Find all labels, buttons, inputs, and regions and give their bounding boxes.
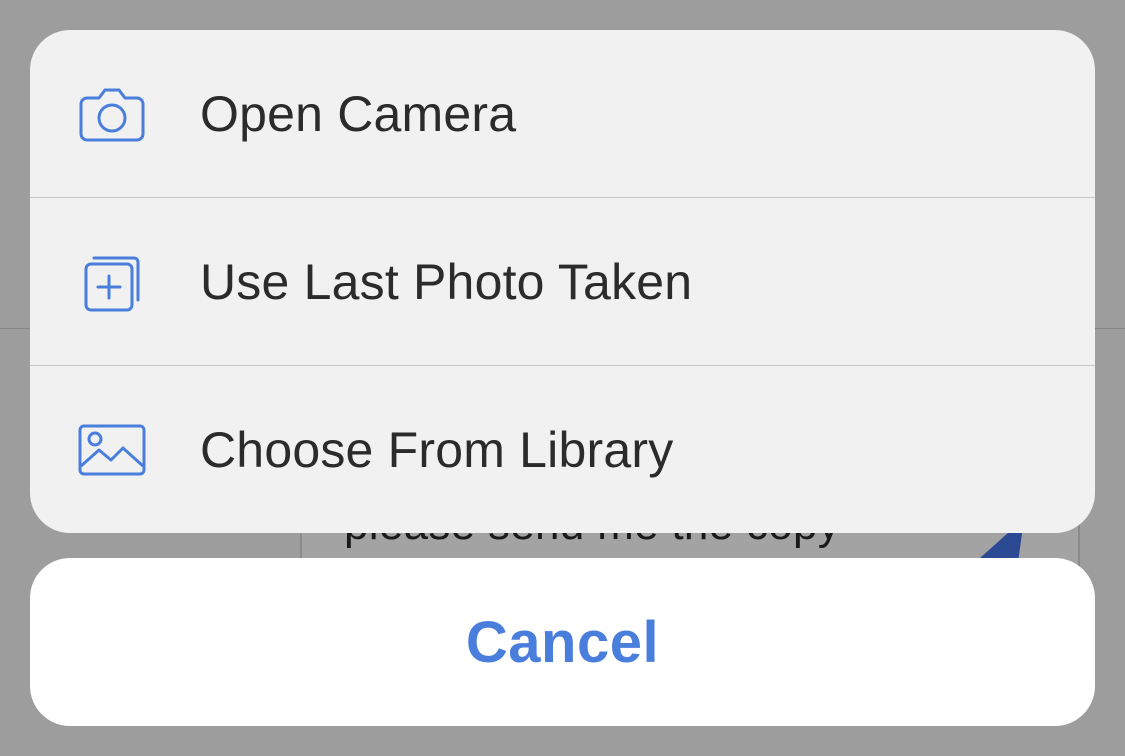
cancel-label: Cancel: [465, 609, 660, 675]
image-icon: [76, 414, 148, 486]
use-last-photo-label: Use Last Photo Taken: [200, 253, 693, 310]
cancel-button[interactable]: Cancel: [30, 558, 1095, 726]
action-sheet-options: Open Camera Use Last Photo Taken Choose …: [30, 30, 1095, 533]
open-camera-option[interactable]: Open Camera: [30, 30, 1095, 197]
use-last-photo-option[interactable]: Use Last Photo Taken: [30, 197, 1095, 365]
choose-from-library-label: Choose From Library: [200, 421, 674, 478]
choose-from-library-option[interactable]: Choose From Library: [30, 365, 1095, 533]
camera-icon: [76, 78, 148, 150]
add-photo-stack-icon: [76, 246, 148, 318]
open-camera-label: Open Camera: [200, 85, 517, 142]
